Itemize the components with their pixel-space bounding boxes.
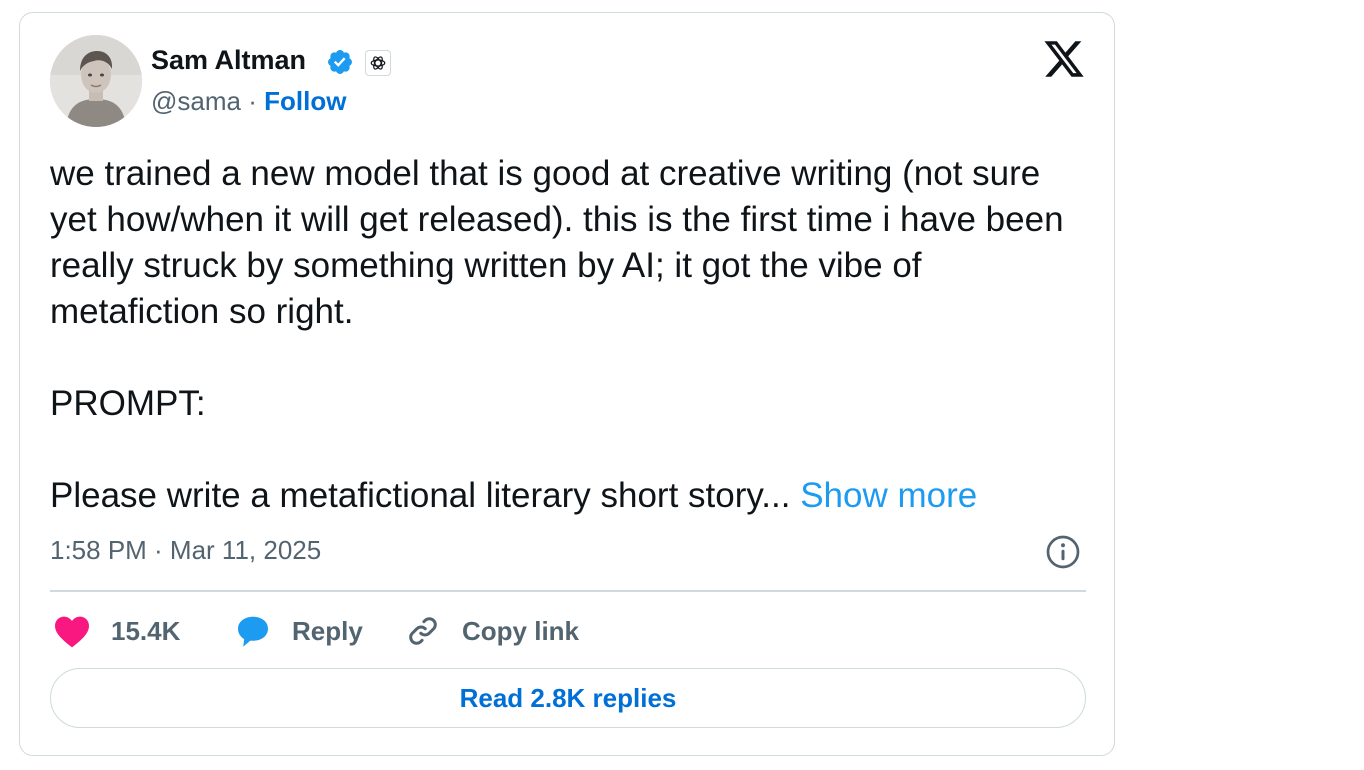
handle-separator: · [248, 86, 257, 116]
tweet-text: we trained a new model that is good at c… [50, 151, 1090, 519]
handle-row: @sama · Follow [151, 86, 346, 117]
reply-bubble-icon [238, 616, 268, 647]
read-replies-button[interactable]: Read 2.8K replies [50, 668, 1086, 728]
reply-label: Reply [292, 615, 363, 646]
copy-link-button[interactable]: Copy link [404, 611, 579, 651]
verified-badge-icon [328, 50, 352, 74]
x-logo-icon[interactable] [1042, 39, 1086, 79]
divider [50, 590, 1086, 592]
reply-button[interactable]: Reply [234, 611, 363, 651]
tweet-truncated-text: Please write a metafictional literary sh… [50, 476, 791, 515]
tweet-paragraph: we trained a new model that is good at c… [50, 154, 1064, 331]
like-button[interactable]: 15.4K [53, 611, 180, 651]
follow-button[interactable]: Follow [264, 86, 346, 116]
tweet-paragraph: PROMPT: [50, 384, 206, 423]
show-more-link[interactable]: Show more [800, 476, 977, 515]
avatar[interactable] [50, 35, 142, 127]
author-name[interactable]: Sam Altman [151, 45, 306, 76]
openai-logo-icon[interactable] [365, 50, 391, 76]
tweet-timestamp[interactable]: 1:58 PM · Mar 11, 2025 [50, 535, 321, 566]
author-handle[interactable]: @sama [151, 86, 241, 116]
copy-link-label: Copy link [462, 615, 580, 646]
like-count: 15.4K [111, 615, 181, 646]
info-icon[interactable] [1045, 534, 1081, 570]
tweet-card: Sam Altman @sama · Follow we trained a n… [19, 12, 1115, 756]
link-icon [409, 617, 437, 645]
tweet-paragraph: Please write a metafictional literary sh… [50, 473, 1090, 519]
heart-icon [55, 616, 89, 648]
